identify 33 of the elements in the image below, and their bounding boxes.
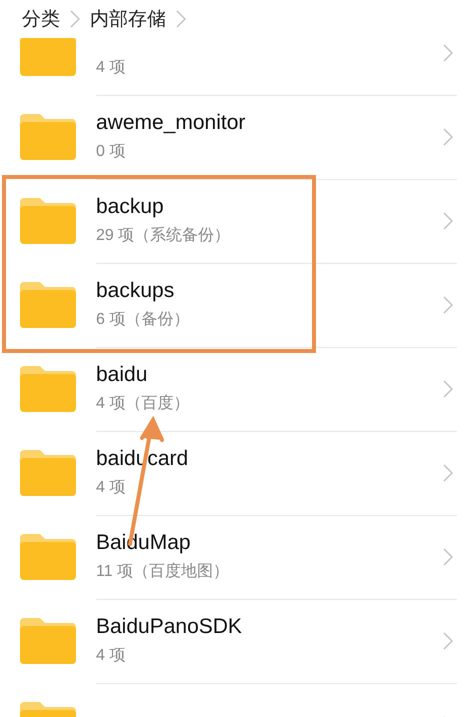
folder-icon: [20, 534, 76, 580]
item-count: 29 项（系统备份）: [96, 226, 230, 246]
folder-icon: [20, 282, 76, 328]
item-count: 4 项（百度）: [96, 394, 190, 414]
folder-icon: [20, 618, 76, 664]
item-count: 4 项: [96, 58, 126, 78]
chevron-right-icon[interactable]: [443, 548, 453, 566]
chevron-right-icon[interactable]: [443, 212, 453, 230]
chevron-right-icon[interactable]: [443, 128, 453, 146]
folder-icon: [20, 366, 76, 412]
folder-icon: [20, 450, 76, 496]
folder-icon: [20, 198, 76, 244]
folder-name: baidu: [96, 363, 148, 387]
folder-name: backups: [96, 279, 174, 303]
item-count: 6 项（备份）: [96, 310, 190, 330]
item-count: 11 项（百度地图）: [96, 562, 230, 582]
item-count: 4 项: [96, 478, 126, 498]
chevron-right-icon[interactable]: [443, 44, 453, 62]
item-count: 4 项: [96, 646, 126, 666]
folder-name: BaiduPanoSDK: [96, 615, 242, 639]
breadcrumb[interactable]: 分类: [22, 6, 60, 32]
item-count: 0 项: [96, 142, 126, 162]
folder-name: aweme_monitor: [96, 111, 246, 135]
chevron-right-icon: [176, 10, 186, 28]
folder-name: BaiduMap: [96, 531, 191, 555]
folder-icon: [20, 114, 76, 160]
chevron-right-icon[interactable]: [443, 380, 453, 398]
chevron-right-icon[interactable]: [443, 464, 453, 482]
breadcrumb[interactable]: 内部存储: [90, 6, 166, 32]
chevron-right-icon[interactable]: [443, 632, 453, 650]
chevron-right-icon[interactable]: [443, 296, 453, 314]
folder-name: backup: [96, 195, 164, 219]
chevron-right-icon: [70, 10, 80, 28]
